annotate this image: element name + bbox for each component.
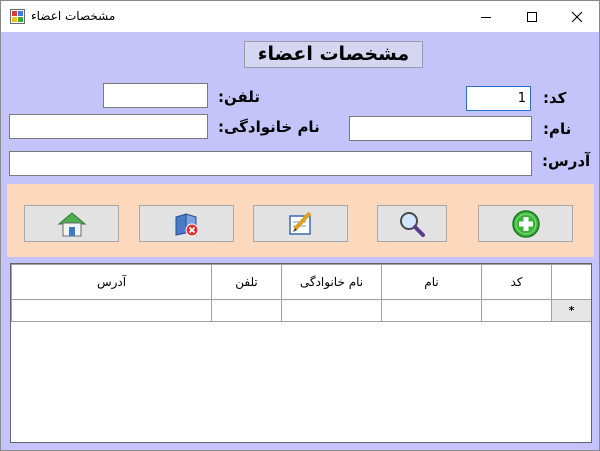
close-button[interactable]: [554, 1, 599, 32]
toolbar: [7, 184, 594, 257]
search-button[interactable]: [377, 205, 447, 242]
edit-icon: [288, 211, 311, 235]
add-icon: [511, 209, 540, 238]
row-header-corner[interactable]: [551, 264, 591, 300]
column-header-code[interactable]: کد: [481, 264, 552, 300]
family-field[interactable]: [9, 114, 208, 139]
new-row[interactable]: *: [11, 299, 591, 322]
search-icon: [400, 211, 425, 237]
new-row-cell-code[interactable]: [481, 299, 552, 322]
edit-button[interactable]: [253, 205, 348, 242]
code-label: کد:: [543, 89, 567, 107]
header-row: کد نام نام خانوادگی تلفن آدرس: [11, 264, 591, 300]
delete-icon: [175, 212, 198, 236]
column-header-phone[interactable]: تلفن: [211, 264, 282, 300]
new-row-marker[interactable]: *: [551, 299, 591, 322]
name-field[interactable]: [349, 116, 532, 141]
phone-label: تلفن:: [218, 88, 261, 106]
delete-button[interactable]: [139, 205, 234, 242]
app-icon: [10, 9, 25, 24]
maximize-button[interactable]: [509, 1, 555, 32]
code-field[interactable]: [466, 86, 531, 111]
new-row-cell-address[interactable]: [11, 299, 212, 322]
address-field[interactable]: [9, 151, 532, 176]
minimize-button[interactable]: [463, 1, 509, 32]
minimize-icon: [481, 16, 491, 18]
maximize-icon: [527, 11, 537, 22]
name-label: نام:: [543, 120, 572, 138]
title-bar[interactable]: مشخصات اعضاء: [1, 1, 599, 32]
address-label: آدرس:: [542, 152, 591, 170]
family-label: نام خانوادگی:: [218, 118, 320, 136]
column-header-family[interactable]: نام خانوادگی: [281, 264, 382, 300]
close-icon: [571, 11, 583, 22]
home-icon: [57, 211, 86, 236]
form-heading: مشخصات اعضاء: [244, 41, 423, 68]
add-button[interactable]: [478, 205, 573, 242]
home-button[interactable]: [24, 205, 119, 242]
new-row-cell-phone[interactable]: [211, 299, 282, 322]
new-row-cell-family[interactable]: [281, 299, 382, 322]
column-header-name[interactable]: نام: [381, 264, 482, 300]
window-title: مشخصات اعضاء: [31, 9, 116, 23]
column-header-address[interactable]: آدرس: [11, 264, 212, 300]
app-window: مشخصات اعضاء مشخصات اعضاء کد: تلفن: نام:…: [0, 0, 600, 451]
phone-field[interactable]: [103, 83, 208, 108]
new-row-cell-name[interactable]: [381, 299, 482, 322]
members-grid[interactable]: کد نام نام خانوادگی تلفن آدرس *: [10, 263, 592, 443]
members-table: کد نام نام خانوادگی تلفن آدرس *: [11, 264, 591, 322]
